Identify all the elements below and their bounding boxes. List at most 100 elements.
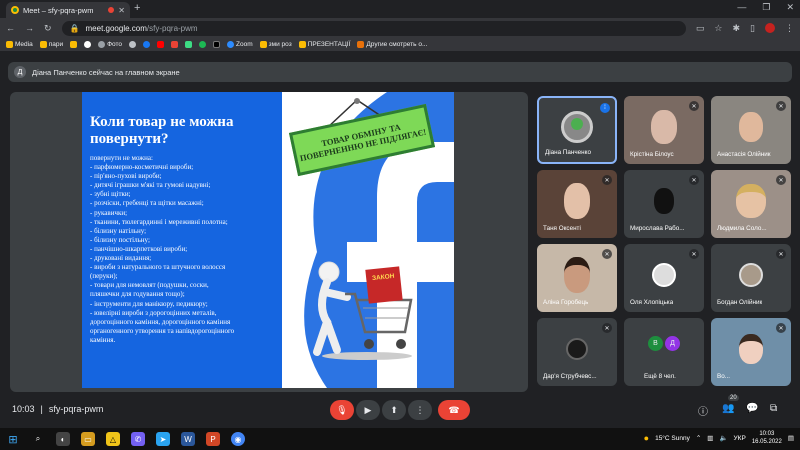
- maximize-icon[interactable]: ❐: [762, 2, 770, 13]
- participant-tile[interactable]: ✕ Таня Оксенті: [537, 170, 617, 238]
- bookmark-media[interactable]: Media: [6, 41, 33, 48]
- list-item: органогенного утворення та напівдорогоці…: [90, 326, 235, 335]
- end-call-icon: ☎: [448, 404, 460, 415]
- list-item: - розчіски, гребенці та щітки масажні;: [90, 199, 204, 208]
- sidebar-icon[interactable]: ▯: [750, 23, 755, 34]
- word-icon[interactable]: W: [181, 432, 195, 446]
- camera-permission-icon[interactable]: ▭: [696, 23, 705, 34]
- close-tab-icon[interactable]: ✕: [118, 6, 125, 15]
- photo-icon: [98, 41, 106, 48]
- folder-icon: [298, 41, 306, 48]
- participant-tile[interactable]: ✕ Анастасія Олійник: [711, 96, 791, 164]
- more-participants-tile[interactable]: В Д Ещё 8 чел.: [624, 318, 704, 386]
- presentation-stage[interactable]: Коли товар не можна повернути? повернути…: [10, 92, 528, 392]
- bookmark-folder[interactable]: [70, 41, 78, 48]
- app-icon[interactable]: △: [106, 432, 120, 446]
- meeting-code: sfy-pqra-pwm: [48, 404, 104, 414]
- bookmark-pary[interactable]: пари: [39, 41, 63, 48]
- video-feed: [739, 333, 763, 364]
- avatar: [739, 262, 763, 287]
- participant-tile[interactable]: ✕ Крістіна Білоус: [624, 96, 704, 164]
- participant-tile[interactable]: ✕ Оля Хлопіцька: [624, 244, 704, 312]
- shopping-cart-figure: [313, 261, 413, 360]
- camera-toggle-button[interactable]: ▶: [356, 400, 380, 420]
- list-item: - пір'яно-пухові вироби;: [90, 172, 162, 181]
- avatar: [566, 337, 588, 360]
- participant-tile[interactable]: ✕ Аліна Горобець: [537, 244, 617, 312]
- google-icon: [84, 41, 92, 48]
- back-icon[interactable]: ←: [6, 23, 15, 33]
- chat-button[interactable]: 💬: [746, 403, 758, 414]
- notifications-icon[interactable]: ▤: [788, 434, 794, 442]
- present-button[interactable]: ⬆: [382, 400, 406, 420]
- folder-icon: [259, 41, 267, 48]
- participant-tile[interactable]: ✕ Во...: [711, 318, 791, 386]
- clock-date: 16.05.2022: [751, 439, 782, 445]
- windows-start-icon[interactable]: ⊞: [6, 432, 20, 446]
- list-item: - рукавички;: [90, 208, 128, 217]
- profile-avatar[interactable]: [765, 22, 775, 33]
- bookmark-android[interactable]: [185, 41, 193, 48]
- meeting-details-button[interactable]: ⓘ: [698, 403, 708, 418]
- mic-toggle-button[interactable]: 🎙: [330, 400, 354, 420]
- participant-tile[interactable]: ✕ Богдан Олійник: [711, 244, 791, 312]
- slide-list: повернути не можна: - парфюмерно-космети…: [90, 154, 290, 345]
- participant-tile[interactable]: ✕ Мирослава Рабо...: [624, 170, 704, 238]
- app-icon[interactable]: ◐: [56, 432, 70, 446]
- bookmark-other[interactable]: Другие смотреть о...: [357, 41, 427, 48]
- reload-icon[interactable]: ↻: [44, 23, 52, 34]
- powerpoint-icon[interactable]: P: [206, 432, 220, 446]
- file-explorer-icon[interactable]: ▭: [81, 432, 95, 446]
- minimize-icon[interactable]: —: [737, 2, 746, 13]
- search-icon[interactable]: ⌕: [31, 432, 45, 446]
- bookmark-site-a[interactable]: [129, 41, 137, 48]
- bookmark-facebook[interactable]: [143, 41, 151, 48]
- mic-off-icon: ✕: [776, 249, 786, 259]
- show-hidden-icons[interactable]: ⌃: [696, 434, 701, 442]
- participant-tile[interactable]: ✕ Дар'я Струбчевс...: [537, 318, 617, 386]
- participant-tile[interactable]: ⁞ Діана Панченко: [537, 96, 617, 164]
- mic-off-icon: ✕: [689, 249, 699, 259]
- bookmark-star-icon[interactable]: ☆: [714, 23, 722, 34]
- keyboard-language[interactable]: УКР: [734, 435, 746, 442]
- slide: Коли товар не можна повернути? повернути…: [82, 92, 454, 388]
- bookmark-zmi[interactable]: зми роз: [259, 41, 292, 48]
- bookmark-youtube[interactable]: [157, 41, 165, 48]
- activities-button[interactable]: ⧉: [770, 403, 777, 414]
- bookmark-google[interactable]: [84, 41, 92, 48]
- volume-icon[interactable]: 🔈: [719, 434, 727, 442]
- bookmark-spotify[interactable]: [199, 41, 207, 48]
- participant-name: Дар'я Струбчевс...: [543, 373, 597, 380]
- mic-off-icon: ✕: [602, 249, 612, 259]
- spotify-icon: [199, 41, 207, 48]
- close-window-icon[interactable]: ✕: [786, 2, 794, 13]
- forward-icon[interactable]: →: [25, 23, 34, 33]
- address-bar[interactable]: 🔒 meet.google.com/sfy-pqra-pwm: [61, 20, 686, 36]
- list-item: пляшечки для годування тощо);: [90, 290, 185, 299]
- extensions-icon[interactable]: ✱: [733, 23, 741, 34]
- bookmark-site-b[interactable]: [171, 41, 179, 48]
- browser-tab[interactable]: Meet – sfy-pqra-pwm ✕: [6, 2, 130, 18]
- clock[interactable]: 10:03 16.05.2022: [752, 430, 782, 446]
- viber-icon[interactable]: ✆: [131, 432, 145, 446]
- network-icon[interactable]: ▥: [707, 434, 713, 442]
- menu-icon[interactable]: ⋮: [785, 23, 794, 34]
- bookmark-zoom[interactable]: Zoom: [227, 41, 253, 48]
- weather-text[interactable]: 15°C Sunny: [655, 435, 690, 442]
- video-feed: [739, 111, 763, 142]
- window-controls: — ❐ ✕: [737, 2, 794, 13]
- more-options-button[interactable]: ⋮: [408, 400, 432, 420]
- leave-call-button[interactable]: ☎: [438, 400, 470, 420]
- system-tray: ● 15°C Sunny ⌃ ▥ 🔈 УКР 10:03 16.05.2022 …: [644, 430, 794, 446]
- people-button[interactable]: 👥 20: [722, 395, 739, 414]
- list-item: - ювелірні вироби з дорогоцінних металів…: [90, 308, 217, 317]
- info-icon: ⓘ: [698, 407, 708, 418]
- telegram-icon[interactable]: ➤: [156, 432, 170, 446]
- bookmark-photo[interactable]: Фото: [98, 41, 122, 48]
- participant-name: Людмила Соло...: [717, 225, 767, 232]
- chrome-icon[interactable]: ◉: [231, 432, 245, 446]
- participant-tile[interactable]: ✕ Людмила Соло...: [711, 170, 791, 238]
- new-tab-button[interactable]: +: [134, 2, 140, 14]
- bookmark-presentations[interactable]: ПРЕЗЕНТАЦІЇ: [298, 41, 350, 48]
- bookmark-3[interactable]: [213, 41, 221, 48]
